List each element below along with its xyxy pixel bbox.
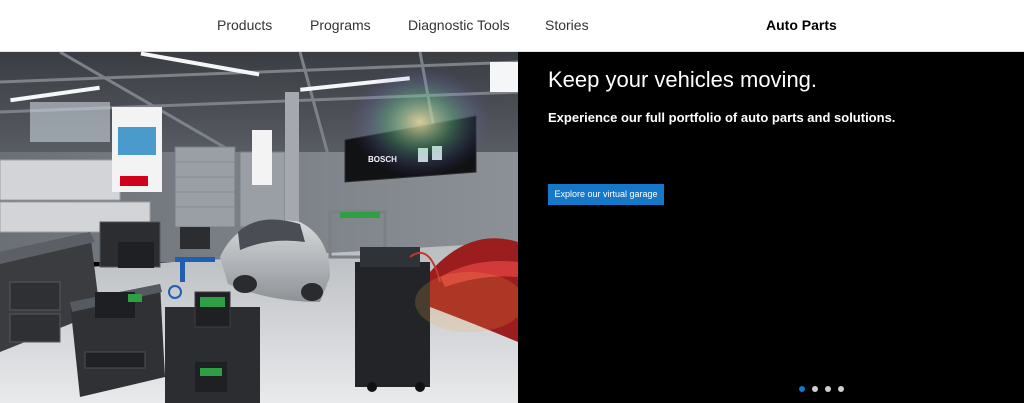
explore-virtual-garage-button[interactable]: Explore our virtual garage: [548, 184, 664, 205]
nav-item-diagnostic-tools[interactable]: Diagnostic Tools: [408, 0, 510, 50]
hero-text-panel: Keep your vehicles moving. Experience ou…: [518, 52, 1024, 403]
hero-subline: Experience our full portfolio of auto pa…: [548, 110, 896, 125]
carousel-dot[interactable]: [812, 386, 818, 392]
carousel-dot[interactable]: [838, 386, 844, 392]
carousel-dot[interactable]: [799, 386, 805, 392]
nav-item-programs[interactable]: Programs: [310, 0, 371, 50]
top-navigation: Products Programs Diagnostic Tools Stori…: [0, 0, 1024, 52]
nav-item-products[interactable]: Products: [217, 0, 272, 50]
carousel-dot[interactable]: [825, 386, 831, 392]
hero-headline: Keep your vehicles moving.: [548, 67, 818, 92]
hero-carousel: BOSCH: [0, 52, 1024, 403]
nav-item-stories[interactable]: Stories: [545, 0, 589, 50]
nav-item-auto-parts[interactable]: Auto Parts: [766, 0, 837, 50]
virtual-garage-image: BOSCH: [0, 52, 518, 403]
